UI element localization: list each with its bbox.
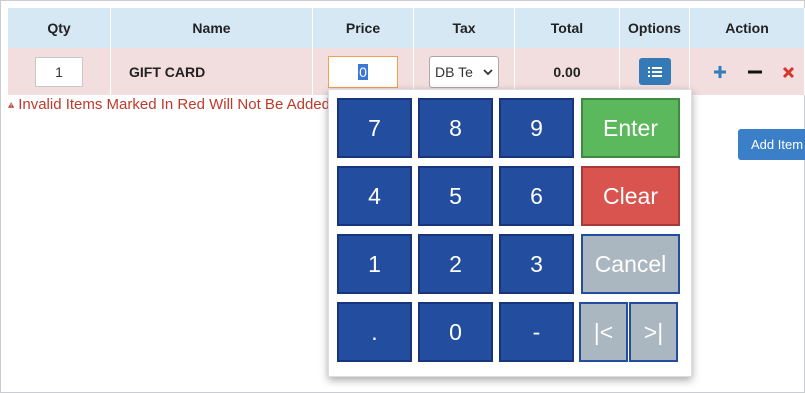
numeric-keypad: 7 8 9 Enter 4 5 6 Clear 1 2 3 Cancel . 0…: [328, 89, 692, 377]
key-5[interactable]: 5: [418, 166, 493, 226]
plus-icon[interactable]: [713, 65, 727, 79]
header-price: Price: [313, 8, 414, 48]
qty-input[interactable]: 1: [35, 56, 83, 87]
warning-text: Invalid Items Marked In Red Will Not Be …: [18, 96, 330, 113]
cancel-button[interactable]: Cancel: [581, 234, 680, 294]
remove-icon[interactable]: [782, 66, 795, 79]
key-minus[interactable]: -: [499, 302, 574, 362]
tax-select[interactable]: DB Te: [429, 55, 499, 88]
tax-selected-value: DB Te: [435, 63, 473, 80]
key-0[interactable]: 0: [418, 302, 493, 362]
price-value: 0: [358, 63, 368, 80]
warning-message: Invalid Items Marked In Red Will Not Be …: [8, 92, 330, 118]
options-button[interactable]: [638, 58, 671, 85]
key-decimal[interactable]: .: [337, 302, 412, 362]
key-3[interactable]: 3: [499, 234, 574, 294]
header-qty: Qty: [8, 8, 111, 48]
key-7[interactable]: 7: [337, 98, 412, 158]
first-button[interactable]: |<: [579, 302, 628, 362]
clear-button[interactable]: Clear: [581, 166, 680, 226]
item-name: GIFT CARD: [129, 63, 206, 80]
header-action: Action: [690, 8, 805, 48]
key-4[interactable]: 4: [337, 166, 412, 226]
enter-button[interactable]: Enter: [581, 98, 680, 158]
key-8[interactable]: 8: [418, 98, 493, 158]
header-tax: Tax: [414, 8, 515, 48]
key-6[interactable]: 6: [499, 166, 574, 226]
header-total: Total: [515, 8, 620, 48]
table-row: 1 GIFT CARD 0 DB Te 0.00: [8, 48, 805, 95]
add-item-button[interactable]: Add Item: [738, 129, 805, 160]
last-button[interactable]: >|: [629, 302, 678, 362]
price-input[interactable]: 0: [328, 55, 398, 88]
chevron-down-icon: [483, 68, 493, 75]
key-2[interactable]: 2: [418, 234, 493, 294]
minus-icon[interactable]: [747, 65, 763, 79]
header-options: Options: [620, 8, 690, 48]
item-total: 0.00: [553, 63, 581, 80]
key-1[interactable]: 1: [337, 234, 412, 294]
key-9[interactable]: 9: [499, 98, 574, 158]
warning-icon: [8, 101, 15, 108]
list-icon: [647, 66, 662, 77]
header-name: Name: [111, 8, 313, 48]
